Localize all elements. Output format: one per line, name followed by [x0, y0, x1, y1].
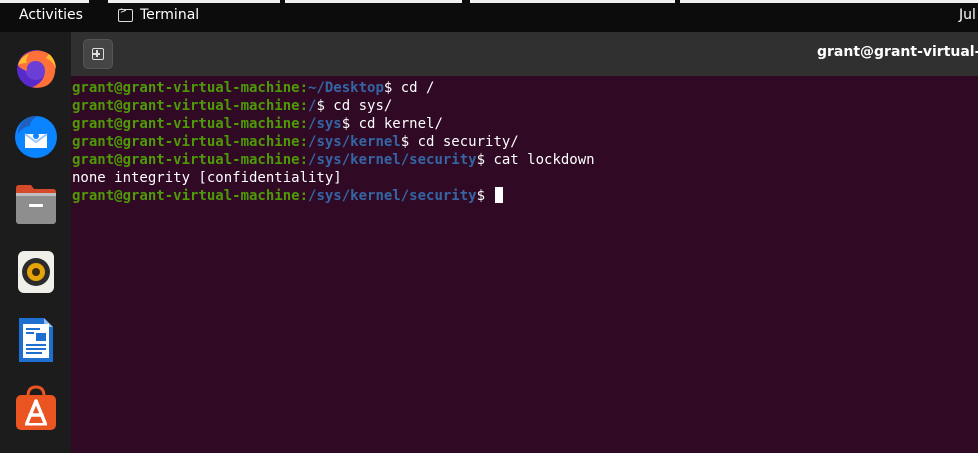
command-text: $: [476, 188, 494, 204]
terminal-line: grant@grant-virtual-machine:/sys/kernel/…: [71, 187, 978, 205]
terminal-line: grant@grant-virtual-machine:/$ cd sys/: [71, 97, 978, 115]
text-cursor: [495, 187, 504, 203]
topbar-highlight: [680, 0, 978, 3]
top-bar: Activities Terminal Jul: [0, 0, 978, 32]
prompt-user: grant@grant-virtual-machine: [72, 188, 300, 204]
terminal-window: grant@grant-virtual-ma grant@grant-virtu…: [71, 32, 978, 453]
clock[interactable]: Jul: [959, 7, 976, 23]
prompt-user: grant@grant-virtual-machine: [72, 152, 300, 168]
topbar-highlight: [108, 0, 280, 3]
terminal-line: grant@grant-virtual-machine:/sys/kernel/…: [71, 151, 978, 169]
thunderbird-icon[interactable]: [10, 110, 62, 162]
topbar-highlight: [285, 0, 462, 3]
command-text: $ cd /: [383, 80, 435, 96]
files-icon[interactable]: [10, 178, 62, 230]
libreoffice-writer-icon[interactable]: [10, 314, 62, 366]
rhythmbox-icon[interactable]: [10, 246, 62, 298]
prompt-separator: :: [299, 152, 309, 168]
prompt-path: /sys/kernel/security: [308, 152, 477, 168]
new-tab-icon: [92, 48, 104, 60]
prompt-user: grant@grant-virtual-machine: [72, 98, 300, 114]
software-store-icon[interactable]: [10, 382, 62, 434]
window-title: grant@grant-virtual-ma: [817, 44, 978, 60]
prompt-separator: :: [299, 134, 309, 150]
command-text: $ cd sys/: [316, 98, 393, 114]
activities-button[interactable]: Activities: [19, 7, 83, 23]
firefox-icon[interactable]: [10, 42, 62, 94]
prompt-path: ~/Desktop: [308, 80, 384, 96]
prompt-user: grant@grant-virtual-machine: [72, 116, 300, 132]
topbar-highlight: [0, 0, 89, 3]
prompt-path: /sys/kernel: [308, 134, 401, 150]
app-menu[interactable]: Terminal: [118, 6, 200, 23]
terminal-line: grant@grant-virtual-machine:/sys$ cd ker…: [71, 115, 978, 133]
prompt-path: /sys: [308, 116, 342, 132]
prompt-path: /sys/kernel/security: [308, 188, 477, 204]
prompt-separator: :: [299, 80, 309, 96]
prompt-separator: :: [299, 98, 309, 114]
prompt-separator: :: [299, 188, 309, 204]
terminal-output[interactable]: grant@grant-virtual-machine:~/Desktop$ c…: [71, 79, 978, 205]
app-menu-label: Terminal: [140, 7, 200, 23]
command-text: $ cd security/: [400, 134, 519, 150]
dock: [0, 32, 71, 453]
prompt-user: grant@grant-virtual-machine: [72, 80, 300, 96]
command-output: none integrity [confidentiality]: [72, 170, 342, 186]
prompt-user: grant@grant-virtual-machine: [72, 134, 300, 150]
terminal-line: grant@grant-virtual-machine:~/Desktop$ c…: [71, 79, 978, 97]
command-text: $ cat lockdown: [476, 152, 595, 168]
command-text: $ cd kernel/: [341, 116, 443, 132]
new-tab-button[interactable]: [83, 39, 113, 69]
terminal-line: none integrity [confidentiality]: [71, 169, 978, 187]
prompt-separator: :: [299, 116, 309, 132]
topbar-highlight: [470, 0, 675, 3]
terminal-line: grant@grant-virtual-machine:/sys/kernel$…: [71, 133, 978, 151]
terminal-icon: [118, 6, 133, 22]
terminal-headerbar: grant@grant-virtual-ma: [71, 32, 978, 76]
